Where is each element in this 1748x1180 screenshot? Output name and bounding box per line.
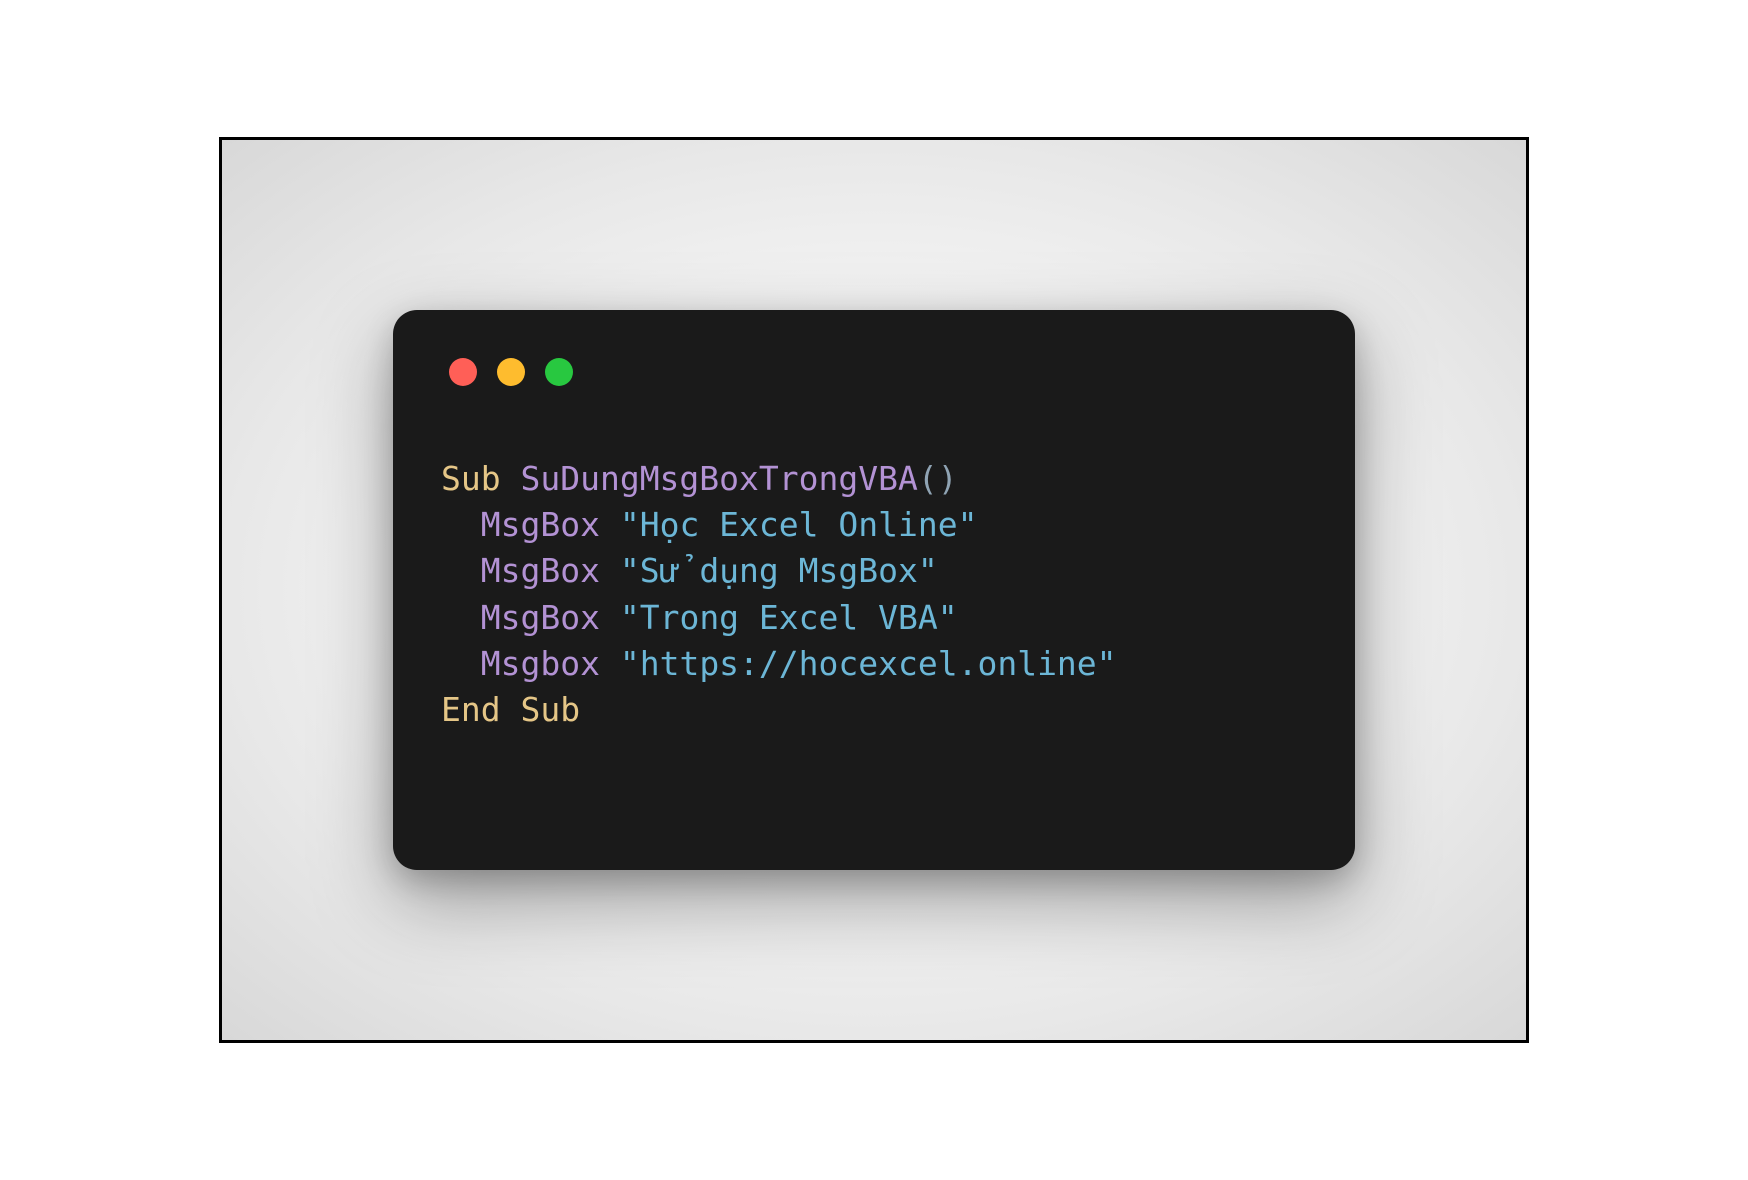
maximize-icon[interactable] <box>545 358 573 386</box>
string-literal: "Học Excel Online" <box>620 505 978 544</box>
string-literal: "Trong Excel VBA" <box>620 598 958 637</box>
keyword-sub: Sub <box>441 459 501 498</box>
outer-frame: Sub SuDungMsgBoxTrongVBA() MsgBox "Học E… <box>219 137 1529 1043</box>
function-name: SuDungMsgBoxTrongVBA <box>520 459 917 498</box>
close-icon[interactable] <box>449 358 477 386</box>
indent <box>441 598 481 637</box>
string-literal: "Sử dụng MsgBox" <box>620 551 938 590</box>
msgbox-call: Msgbox <box>481 644 600 683</box>
indent <box>441 551 481 590</box>
string-literal: "https://hocexcel.online" <box>620 644 1117 683</box>
code-window: Sub SuDungMsgBoxTrongVBA() MsgBox "Học E… <box>393 310 1355 870</box>
code-block: Sub SuDungMsgBoxTrongVBA() MsgBox "Học E… <box>441 456 1307 733</box>
msgbox-call: MsgBox <box>481 598 600 637</box>
keyword-end-sub: End Sub <box>441 690 580 729</box>
msgbox-call: MsgBox <box>481 505 600 544</box>
minimize-icon[interactable] <box>497 358 525 386</box>
msgbox-call: MsgBox <box>481 551 600 590</box>
indent <box>441 505 481 544</box>
parentheses: () <box>918 459 958 498</box>
indent <box>441 644 481 683</box>
window-controls <box>449 358 1307 386</box>
